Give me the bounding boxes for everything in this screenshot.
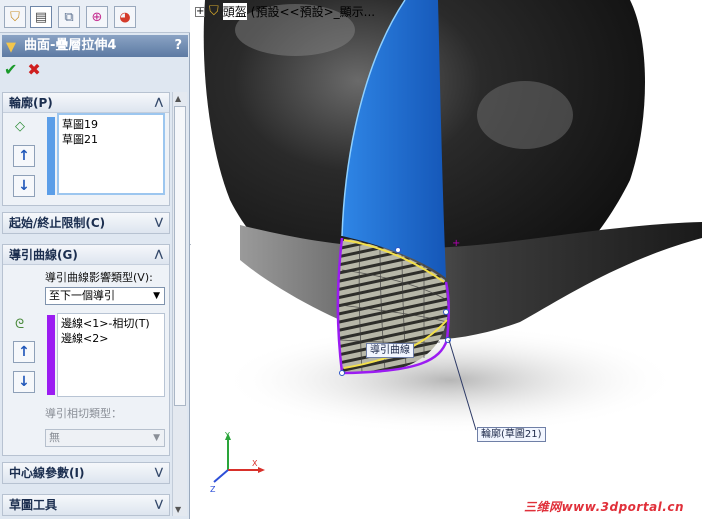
influence-type-value: 至下一個導引 <box>49 289 115 302</box>
guides-color-bar <box>47 315 55 395</box>
influence-type-select[interactable]: 至下一個導引 ▼ <box>45 287 165 305</box>
manager-tabs: ⛉ ▤ ⧉ ⊕ ◕ <box>0 0 190 33</box>
property-manager-panel: ⛉ ▤ ⧉ ⊕ ◕ ▼ 曲面-疊層拉伸4 ? ✔ ✖ 輪廓(P) ⋀ ◇ ↑ ↓ <box>0 0 190 519</box>
arrow-up-icon: ↑ <box>18 148 30 164</box>
guide-curves-section: 導引曲線(G) ⋀ 導引曲線影響類型(V): 至下一個導引 ▼ ᘓ ↑ ↓ 邊線… <box>2 244 170 456</box>
help-button[interactable]: ? <box>174 35 182 57</box>
control-point[interactable] <box>395 247 401 253</box>
control-point[interactable] <box>339 370 345 376</box>
scrollbar-thumb[interactable] <box>174 106 186 406</box>
arrow-down-icon: ↓ <box>18 178 30 194</box>
guide-selection-icon: ᘓ <box>15 317 25 332</box>
watermark: 三维网www.3dportal.cn <box>524 500 684 514</box>
close-icon: ✖ <box>27 60 41 79</box>
svg-text:Y: Y <box>224 431 230 440</box>
expand-chevron-icon: ⋁ <box>154 499 163 510</box>
shell-highlight <box>477 81 573 149</box>
expand-icon[interactable]: + <box>195 6 205 17</box>
configuration-manager-icon: ⧉ <box>64 9 74 25</box>
move-down-button[interactable]: ↓ <box>13 371 35 393</box>
origin-marker: + <box>452 238 460 249</box>
scroll-down-icon: ▼ <box>175 505 182 514</box>
start-end-section: 起始/終止限制(C) ⋁ <box>2 212 170 234</box>
tangency-type-select: 無 ▼ <box>45 429 165 447</box>
reference-triad: Y X Z <box>210 431 265 494</box>
guide-curve-callout[interactable]: 導引曲線 <box>366 343 414 358</box>
guide-curves-list[interactable]: 邊線<1>-相切(T) 邊線<2> <box>57 313 165 397</box>
expand-chevron-icon: ⋁ <box>154 217 163 228</box>
arrow-up-icon: ↑ <box>18 344 30 360</box>
start-end-header[interactable]: 起始/終止限制(C) ⋁ <box>3 213 169 233</box>
tangency-type-value: 無 <box>49 431 60 444</box>
expand-chevron-icon: ⋁ <box>154 467 163 478</box>
property-manager-title: ▼ 曲面-疊層拉伸4 ? <box>2 35 188 57</box>
property-manager-icon: ▤ <box>34 9 48 25</box>
move-up-button[interactable]: ↑ <box>13 145 35 167</box>
display-manager-icon: ◕ <box>119 9 131 25</box>
dimxpert-tab[interactable]: ⊕ <box>86 6 108 28</box>
z-axis <box>213 469 229 483</box>
centerline-section: 中心線參數(I) ⋁ <box>2 462 170 484</box>
list-item[interactable]: 草圖19 <box>62 117 160 132</box>
sketch-tools-header-label: 草圖工具 <box>9 498 58 512</box>
part-icon: ⛉ <box>209 4 219 19</box>
dropdown-arrow-icon: ▼ <box>153 291 160 301</box>
list-item[interactable]: 邊線<1>-相切(T) <box>61 316 161 331</box>
arrow-down-icon: ↓ <box>18 374 30 390</box>
guide-curves-header[interactable]: 導引曲線(G) ⋀ <box>3 245 169 265</box>
dropdown-arrow-icon: ▼ <box>153 433 160 443</box>
scroll-up-icon: ▲ <box>175 94 182 103</box>
profile-selection-icon: ◇ <box>15 119 25 134</box>
influence-type-label: 導引曲線影響類型(V): <box>45 271 153 284</box>
profiles-header-label: 輪廓(P) <box>9 96 53 110</box>
centerline-header[interactable]: 中心線參數(I) ⋁ <box>3 463 169 483</box>
svg-text:X: X <box>252 459 258 468</box>
centerline-header-label: 中心線參數(I) <box>9 466 85 480</box>
collapse-chevron-icon: ⋀ <box>154 249 163 260</box>
checkmark-icon: ✔ <box>4 60 18 79</box>
feature-manager-icon: ⛉ <box>10 9 20 25</box>
loft-feature-icon: ▼ <box>6 40 16 55</box>
profiles-color-bar <box>47 117 55 195</box>
collapse-chevron-icon: ⋀ <box>154 97 163 108</box>
profile-callout[interactable]: 輪廓(草圖21) <box>477 427 546 442</box>
sketch-tools-header[interactable]: 草圖工具 ⋁ <box>3 495 169 515</box>
profiles-list[interactable]: 草圖19 草圖21 <box>57 113 165 195</box>
configuration-name: (預設<<預設>_顯示... <box>250 5 376 19</box>
tangency-type-label: 導引相切類型： <box>45 407 122 420</box>
control-point[interactable] <box>443 309 449 315</box>
ok-button[interactable]: ✔ <box>4 60 17 80</box>
svg-text:Z: Z <box>210 485 216 494</box>
list-item[interactable]: 邊線<2> <box>61 331 161 346</box>
sketch-tools-section: 草圖工具 ⋁ <box>2 494 170 516</box>
configuration-manager-tab[interactable]: ⧉ <box>58 6 80 28</box>
profiles-section: 輪廓(P) ⋀ ◇ ↑ ↓ 草圖19 草圖21 <box>2 92 170 206</box>
ok-cancel-bar: ✔ ✖ <box>4 60 41 80</box>
list-item[interactable]: 草圖21 <box>62 132 160 147</box>
dimxpert-icon: ⊕ <box>91 9 103 25</box>
feature-title: 曲面-疊層拉伸4 <box>24 38 117 53</box>
start-end-header-label: 起始/終止限制(C) <box>9 216 106 230</box>
part-name[interactable]: 頭盔 <box>222 3 247 20</box>
guide-curves-header-label: 導引曲線(G) <box>9 248 78 262</box>
cancel-button[interactable]: ✖ <box>27 60 40 80</box>
feature-tree-flyout: + ⛉ 頭盔 (預設<<預設>_顯示... <box>195 3 375 20</box>
property-manager-tab[interactable]: ▤ <box>30 6 52 28</box>
profiles-header[interactable]: 輪廓(P) ⋀ <box>3 93 169 113</box>
move-down-button[interactable]: ↓ <box>13 175 35 197</box>
move-up-button[interactable]: ↑ <box>13 341 35 363</box>
feature-manager-tab[interactable]: ⛉ <box>4 6 26 28</box>
display-manager-tab[interactable]: ◕ <box>114 6 136 28</box>
panel-scrollbar[interactable]: ▲ ▼ <box>172 92 187 516</box>
